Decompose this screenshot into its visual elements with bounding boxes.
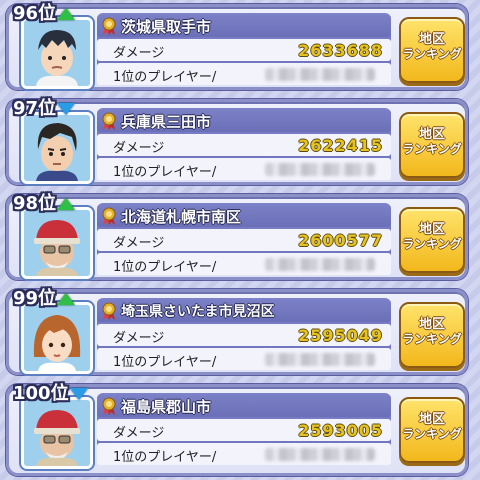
rank-number: 100位 (13, 379, 88, 405)
character-avatar (21, 302, 93, 374)
ranking-list: 96位 茨城県取手市 ダメージ 2633688 1位のプレイヤー/ 地区 ランキ… (0, 0, 480, 480)
region-name: 埼玉県さいたま市見沼区 (121, 304, 275, 320)
character-avatar (21, 397, 93, 469)
top-player-label: 1位のプレイヤー/ (113, 260, 217, 275)
damage-label: ダメージ (113, 426, 165, 441)
character-avatar (21, 112, 93, 184)
damage-label: ダメージ (113, 331, 165, 346)
region-ranking-button[interactable]: 地区 ランキング (399, 17, 465, 83)
top-player-label: 1位のプレイヤー/ (113, 450, 217, 465)
damage-value: 2622415 (298, 136, 383, 155)
rank-down-arrow-icon (57, 103, 76, 115)
region-name: 北海道札幌市南区 (121, 208, 242, 226)
obscured-player-name (265, 68, 375, 81)
rank-number: 99位 (13, 284, 76, 310)
region-ranking-button[interactable]: 地区 ランキング (399, 207, 465, 273)
entry-info-panel: 兵庫県三田市 ダメージ 2622415 1位のプレイヤー/ (97, 108, 391, 180)
obscured-player-name (265, 163, 375, 176)
ranking-card: 99位 埼玉県さいたま市見沼区 ダメージ 2595049 1位のプレイヤー/ 地… (6, 288, 468, 375)
obscured-player-name (265, 258, 375, 271)
top-player-label: 1位のプレイヤー/ (113, 165, 217, 180)
ranking-card: 98位 北海道札幌市南区 ダメージ 2600577 1位のプレイヤー/ 地区 ラ… (6, 193, 468, 280)
region-ranking-button[interactable]: 地区 ランキング (399, 302, 465, 368)
rank-up-arrow-icon (57, 8, 76, 20)
damage-value: 2633688 (298, 41, 383, 60)
damage-label: ダメージ (113, 141, 165, 156)
character-avatar (21, 207, 93, 279)
ranking-card: 97位 兵庫県三田市 ダメージ 2622415 1位のプレイヤー/ 地区 ランキ… (6, 98, 468, 185)
damage-value: 2593005 (298, 421, 383, 440)
region-name: 福島県郡山市 (121, 398, 212, 416)
rank-number: 98位 (13, 189, 76, 215)
obscured-player-name (265, 448, 375, 461)
damage-value: 2600577 (298, 231, 383, 250)
region-ranking-button[interactable]: 地区 ランキング (399, 397, 465, 463)
entry-info-panel: 福島県郡山市 ダメージ 2593005 1位のプレイヤー/ (97, 393, 391, 465)
region-name: 茨城県取手市 (121, 18, 212, 36)
medal-icon (102, 207, 116, 225)
rank-number: 97位 (13, 94, 76, 120)
damage-value: 2595049 (298, 326, 383, 345)
region-ranking-button[interactable]: 地区 ランキング (399, 112, 465, 178)
entry-info-panel: 茨城県取手市 ダメージ 2633688 1位のプレイヤー/ (97, 13, 391, 85)
entry-info-panel: 埼玉県さいたま市見沼区 ダメージ 2595049 1位のプレイヤー/ (97, 298, 391, 370)
medal-icon (102, 302, 116, 320)
character-avatar (21, 17, 93, 89)
medal-icon (102, 17, 116, 35)
damage-label: ダメージ (113, 236, 165, 251)
ranking-card: 100位 福島県郡山市 ダメージ 2593005 1位のプレイヤー/ 地区 ラン… (6, 383, 468, 476)
rank-up-arrow-icon (57, 293, 76, 305)
ranking-card: 96位 茨城県取手市 ダメージ 2633688 1位のプレイヤー/ 地区 ランキ… (6, 3, 468, 90)
medal-icon (102, 397, 116, 415)
rank-down-arrow-icon (69, 388, 88, 400)
region-name: 兵庫県三田市 (121, 113, 212, 131)
medal-icon (102, 112, 116, 130)
top-player-label: 1位のプレイヤー/ (113, 70, 217, 85)
damage-label: ダメージ (113, 46, 165, 61)
top-player-label: 1位のプレイヤー/ (113, 355, 217, 370)
rank-number: 96位 (13, 0, 76, 25)
obscured-player-name (265, 353, 375, 366)
entry-info-panel: 北海道札幌市南区 ダメージ 2600577 1位のプレイヤー/ (97, 203, 391, 275)
rank-up-arrow-icon (57, 198, 76, 210)
